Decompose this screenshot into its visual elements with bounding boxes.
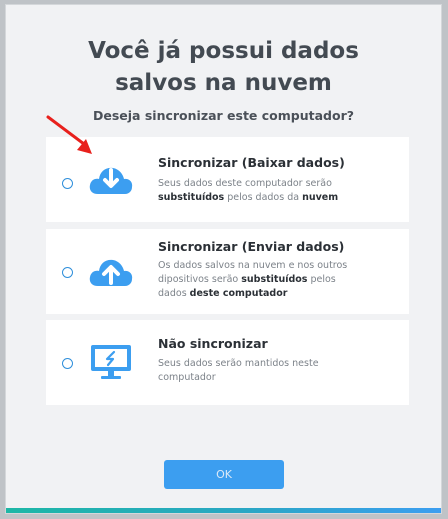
option-description: Os dados salvos na nuvem e nos outros di…	[158, 260, 348, 299]
ok-button[interactable]: OK	[164, 460, 284, 489]
option-description: Seus dados deste computador serão substi…	[158, 178, 339, 203]
radio-sync-download[interactable]	[62, 178, 73, 189]
bottom-progress-bar	[6, 508, 441, 513]
dialog-title-line1: Você já possui dados	[88, 38, 359, 64]
option-title: Não sincronizar	[158, 336, 268, 351]
option-title: Sincronizar (Baixar dados)	[158, 155, 345, 170]
monitor-disconnected-icon	[88, 342, 134, 386]
option-no-sync[interactable]: Não sincronizar Seus dados serão mantido…	[46, 320, 409, 405]
dialog-title-line2: salvos na nuvem	[115, 70, 332, 96]
option-sync-upload[interactable]: Sincronizar (Enviar dados) Os dados salv…	[46, 229, 409, 314]
sync-dialog: Você já possui dados salvos na nuvem Des…	[5, 4, 442, 514]
option-description: Seus dados serão mantidos neste computad…	[158, 358, 319, 383]
radio-sync-upload[interactable]	[62, 267, 73, 278]
red-arrow-annotation-icon	[44, 114, 104, 168]
option-title: Sincronizar (Enviar dados)	[158, 239, 345, 254]
dialog-title: Você já possui dados salvos na nuvem	[6, 35, 441, 99]
cloud-upload-icon	[88, 253, 134, 293]
radio-no-sync[interactable]	[62, 358, 73, 369]
